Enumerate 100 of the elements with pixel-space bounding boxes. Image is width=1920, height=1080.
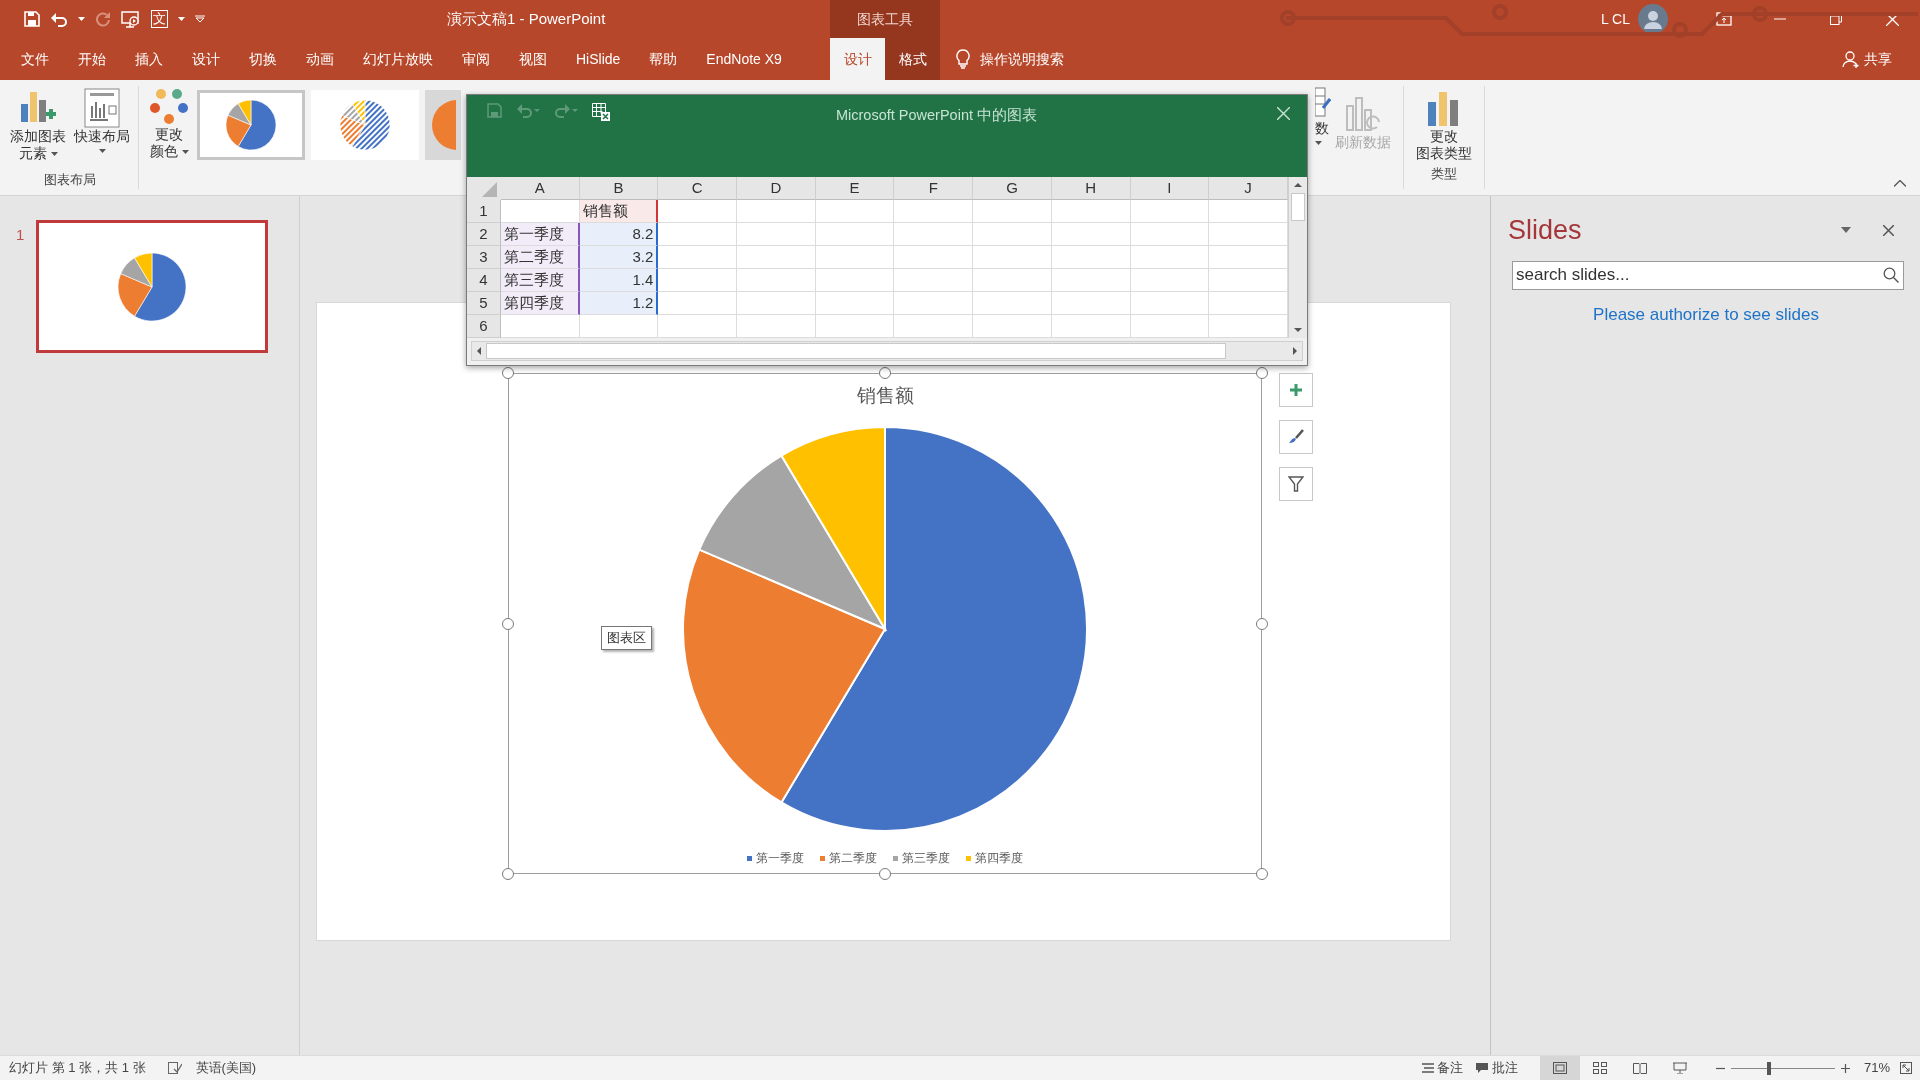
chart-elements-button[interactable]: [1279, 373, 1313, 407]
quick-layout-button[interactable]: 快速布局: [72, 86, 132, 170]
chart-filters-button[interactable]: [1279, 467, 1313, 501]
column-header[interactable]: B: [579, 177, 659, 200]
search-icon[interactable]: [1883, 266, 1899, 283]
add-chart-element-button[interactable]: 添加图表 元素: [8, 86, 68, 170]
chart-styles-button[interactable]: [1279, 420, 1313, 454]
row-header[interactable]: 1: [467, 200, 501, 223]
close-icon[interactable]: [1883, 224, 1894, 236]
slide-number: 1: [16, 225, 25, 245]
slide-counter: 幻灯片 第 1 张，共 1 张: [9, 1059, 146, 1078]
normal-view-icon: [1552, 1062, 1567, 1074]
caret-icon[interactable]: [50, 151, 58, 156]
resize-handle[interactable]: [502, 617, 514, 630]
ribbon-tab[interactable]: 审阅: [449, 38, 503, 80]
language-label[interactable]: 英语(美国): [195, 1058, 257, 1078]
column-header[interactable]: A: [501, 177, 580, 200]
resize-handle[interactable]: [879, 868, 891, 880]
avatar-icon[interactable]: [1638, 4, 1668, 34]
column-header[interactable]: G: [973, 177, 1052, 200]
ribbon-tab[interactable]: 设计: [830, 38, 885, 80]
caret-icon[interactable]: [98, 149, 106, 153]
resize-handle[interactable]: [502, 868, 514, 880]
context-label: 图表工具: [830, 0, 940, 38]
scroll-thumb[interactable]: [1290, 193, 1305, 221]
share-button[interactable]: 共享: [1836, 38, 1898, 80]
table-cell: 第四季度: [501, 292, 580, 315]
tooltip: 图表区: [601, 626, 652, 650]
sorter-view-icon: [1592, 1062, 1607, 1074]
column-header[interactable]: J: [1209, 177, 1288, 200]
resize-handle[interactable]: [502, 367, 514, 379]
ribbon-tab[interactable]: 插入: [122, 38, 176, 80]
column-header[interactable]: C: [658, 177, 738, 200]
zoom-thumb[interactable]: [1767, 1061, 1772, 1075]
table-pencil-icon: [1315, 86, 1331, 120]
tell-me-search[interactable]: 操作说明搜索: [980, 48, 1064, 70]
notes-button[interactable]: 备注: [1415, 1056, 1469, 1080]
horizontal-scrollbar[interactable]: [471, 341, 1303, 361]
dropdown-icon[interactable]: [1841, 227, 1851, 234]
table-cell: 销售额: [579, 200, 659, 223]
collapse-ribbon-icon[interactable]: [1894, 180, 1906, 187]
spreadsheet-icon[interactable]: [592, 103, 610, 121]
column-header[interactable]: E: [815, 177, 895, 200]
table-cell: 3.2: [579, 246, 659, 269]
table-cell: 第一季度: [501, 223, 580, 246]
caret-icon[interactable]: [1315, 141, 1322, 145]
search-field[interactable]: search slides...: [1512, 260, 1904, 290]
layout-icon: [84, 88, 120, 128]
caret-icon[interactable]: [178, 17, 185, 21]
close-icon: [1276, 106, 1290, 120]
ribbon-tab[interactable]: 动画: [293, 38, 347, 80]
format-button[interactable]: 文: [151, 10, 168, 28]
table-cell: 第三季度: [501, 269, 580, 292]
presentation-icon[interactable]: [121, 10, 141, 28]
reading-view-icon: [1632, 1062, 1647, 1074]
row-header[interactable]: 5: [467, 292, 501, 315]
scroll-thumb[interactable]: [486, 343, 1226, 359]
ribbon-tab[interactable]: 开始: [65, 38, 119, 80]
ribbon-tab[interactable]: EndNote X9: [693, 38, 795, 80]
resize-handle[interactable]: [1256, 617, 1268, 630]
row-header[interactable]: 2: [467, 223, 501, 246]
column-header[interactable]: D: [737, 177, 816, 200]
thumbnail-pie-drawing: [117, 251, 188, 322]
ribbon-tab[interactable]: 格式: [885, 38, 940, 80]
spell-check-icon[interactable]: [167, 1062, 182, 1074]
customize-icon[interactable]: [195, 15, 205, 23]
fit-to-window-icon[interactable]: [1900, 1062, 1912, 1074]
legend-marker-icon: [820, 855, 825, 861]
comments-button[interactable]: 批注: [1468, 1056, 1524, 1080]
restore-icon: [1830, 13, 1842, 25]
caret-icon[interactable]: [78, 17, 85, 21]
column-header[interactable]: H: [1051, 177, 1131, 200]
ribbon-tab[interactable]: 设计: [179, 38, 233, 80]
window-title: 演示文稿1 - PowerPoint: [447, 8, 607, 29]
column-header[interactable]: F: [894, 177, 974, 200]
column-header[interactable]: I: [1130, 177, 1210, 200]
ribbon-tab[interactable]: 切换: [236, 38, 290, 80]
edit-data-button[interactable]: 数: [1313, 80, 1333, 195]
table-cell: 8.2: [579, 223, 659, 246]
zoom-percent[interactable]: 71%: [1863, 1058, 1890, 1078]
ribbon-tab[interactable]: 视图: [506, 38, 560, 80]
row-header[interactable]: 3: [467, 246, 501, 269]
resize-handle[interactable]: [879, 367, 891, 379]
undo-icon[interactable]: [50, 11, 68, 27]
change-colors-button[interactable]: 更改 颜色: [147, 84, 191, 162]
zoom-in-icon[interactable]: [1840, 1063, 1850, 1073]
resize-handle[interactable]: [1256, 367, 1268, 379]
row-header[interactable]: 6: [467, 315, 501, 338]
ribbon-tab[interactable]: HiSlide: [563, 38, 634, 80]
resize-handle[interactable]: [1256, 868, 1268, 880]
legend-marker-icon: [893, 855, 898, 861]
ribbon-tab[interactable]: 帮助: [636, 38, 691, 80]
authorize-link[interactable]: Please authorize to see slides: [1593, 301, 1819, 327]
ribbon-tab[interactable]: 幻灯片放映: [350, 38, 446, 80]
caret-icon[interactable]: [181, 149, 189, 154]
ribbon-tab[interactable]: 文件: [8, 38, 62, 80]
row-header[interactable]: 4: [467, 269, 501, 292]
slide-thumbnail[interactable]: [36, 220, 269, 353]
change-chart-type-button[interactable]: 更改 图表类型: [1414, 86, 1474, 164]
view-button[interactable]: [1539, 1056, 1580, 1080]
